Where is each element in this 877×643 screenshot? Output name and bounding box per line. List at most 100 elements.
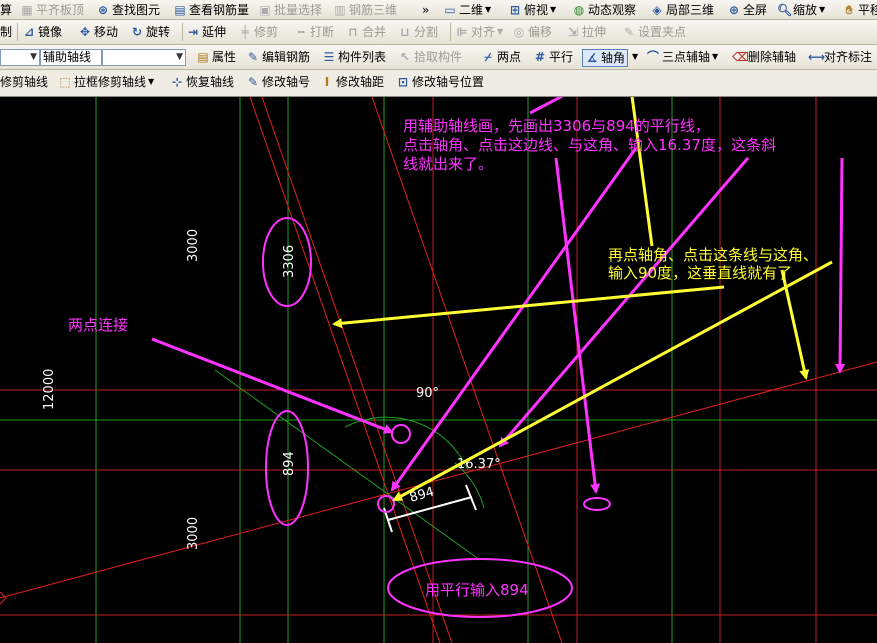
align-dropdown[interactable]: ⊫ 对齐 ▼ [455,24,504,40]
split-button[interactable]: ⊔ 分割 [398,24,438,40]
distance-icon: Ⅰ [324,75,330,89]
toolbar-modify: 制 ⊿ 镜像 ✥ 移动 ↻ 旋转 ⇥ 延伸 ╪ 修剪 ╍ 打断 ⊓ 合并 ⊔ 分割 ⊫ 对齐 ▼ ◎… [0,20,877,45]
batch-select-icon: ▣ [259,3,271,17]
align-dimension-button[interactable]: ⟷ 对齐标注 [808,49,872,65]
delete-aux-axis-button[interactable]: ⌫ 删除辅轴 [732,49,796,65]
binoculars-icon: ⊛ [97,3,109,17]
annotation-second-line1: 再点轴角、点击这条线与这角、 [608,246,818,264]
align-slab-top-button[interactable]: ▦ 平齐板顶 [20,2,84,18]
axis-grid-red-vertical [432,97,817,643]
chevron-down-icon: ▼ [30,52,37,62]
local-3d-icon: ◈ [652,3,662,17]
offset-icon: ◎ [513,25,525,39]
two-point-axis-button[interactable]: ⌿ 两点 [481,49,521,65]
dynamic-orbit-button[interactable]: ◍ 动态观察 [572,2,636,18]
dim-894-slanted: 894 [408,485,436,506]
copy-button[interactable]: 制 [0,24,12,40]
list-icon: ☰ [323,50,335,64]
rebar-3d-button[interactable]: ▥ 钢筋三维 [333,2,397,18]
angle-1637-label: 16.37° [457,457,501,472]
highlight-ellipses [262,217,611,618]
axis-grid-vertical [95,97,673,643]
three-point-axis-button[interactable]: ⌒ 三点辅轴 ▼ [646,49,718,65]
toolbar-axis: ▼ 辅助轴线 ▼ ▤ 属性 ✎ 编辑钢筋 ☰ 构件列表 ↖ 拾取构件 ⌿ 两点 # 平行 ∡… [0,45,877,70]
extend-button[interactable]: ⇥ 延伸 [186,24,226,40]
edit-axis-number-position-button[interactable]: ⊡ 修改轴号位置 [396,74,484,90]
arc-icon: ⌒ [646,50,659,64]
rotate-icon: ↻ [131,25,143,39]
trim-axis-button[interactable]: 修剪轴线 [0,74,48,90]
break-button[interactable]: ╍ 打断 [294,24,334,40]
split-icon: ⊔ [400,25,410,39]
calc-button[interactable]: 算 [0,2,12,18]
set-grip-button[interactable]: ✎ 设置夹点 [622,24,686,40]
edit-rebar-button[interactable]: ✎ 编辑钢筋 [246,49,310,65]
zoom-dropdown[interactable]: 🔍︎ 缩放 ▼ [777,2,825,18]
offset-button[interactable]: ◎ 偏移 [512,24,552,40]
dim-12000: 12000 [42,369,57,410]
eraser-icon: ⌫ [732,50,749,64]
top-view-icon: ⊞ [509,3,521,17]
parallel-icon: # [534,50,546,64]
2d-icon: ▭ [444,3,456,17]
restore-axis-button[interactable]: ⊹ 恢复轴线 [170,74,234,90]
annotation-parallel-894: 用平行输入894 [425,581,529,599]
trim-button[interactable]: ╪ 修剪 [238,24,278,40]
annotation-main-line1: 用辅助轴线画，先画出3306与894的平行线， [403,117,710,135]
chevron-down-icon: ▼ [176,52,183,62]
pick-element-button[interactable]: ↖ 拾取构件 [398,49,462,65]
local-3d-button[interactable]: ◈ 局部三维 [650,2,714,18]
mirror-button[interactable]: ⊿ 镜像 [22,24,62,40]
edit-axis-distance-button[interactable]: Ⅰ 修改轴距 [320,74,384,90]
dimension-texts: 3000 12000 3000 3306 894 90° 16.37° 894 [42,229,501,550]
batch-select-button[interactable]: ▣ 批量选择 [258,2,322,18]
dim-3000-bottom: 3000 [186,517,201,550]
2d-view-dropdown[interactable]: ▭ 二维 ▼ [443,2,491,18]
box-trim-icon: ⬚ [59,75,71,89]
restore-axis-icon: ⊹ [171,75,183,89]
pick-icon: ↖ [399,50,411,64]
drawing-canvas[interactable]: 3000 12000 3000 3306 894 90° 16.37° 894 [0,97,877,643]
more-overflow-button[interactable]: » [422,2,429,18]
axis-angle-dropdown[interactable]: ▼ [632,49,638,65]
rotate-button[interactable]: ↻ 旋转 [130,24,170,40]
layer-combo[interactable]: ▼ [0,49,40,66]
extend-icon: ⇥ [187,25,199,39]
top-view-dropdown[interactable]: ⊞ 俯视 ▼ [508,2,556,18]
stretch-button[interactable]: ⇲ 拉伸 [566,24,606,40]
dim-3306: 3306 [282,245,297,278]
rebar-3d-icon: ▥ [334,3,346,17]
edit-rebar-icon: ✎ [247,50,259,64]
annotation-main-line2: 点击轴角、点击这边线、与这角、输入16.37度，这条斜 [403,136,776,154]
slab-icon: ▦ [21,3,33,17]
properties-button[interactable]: ▤ 属性 [196,49,236,65]
dim-894-vertical: 894 [282,451,297,476]
annotation-two-points: 两点连接 [68,316,128,334]
element-name-combo[interactable]: ▼ [102,49,186,66]
view-rebar-qty-button[interactable]: ▤ 查看钢筋量 [173,2,249,18]
pencil-icon: ✎ [247,75,259,89]
axis-angle-icon: ∡ [586,51,598,65]
toolbar-view: 算 ▦ 平齐板顶 ⊛ 查找图元 ▤ 查看钢筋量 ▣ 批量选择 ▥ 钢筋三维 » ▭ 二维 ▼ … [0,0,877,20]
pan-hand-icon: ✋︎ [845,3,853,17]
fullscreen-button[interactable]: ⊕ 全屏 [727,2,767,18]
find-element-button[interactable]: ⊛ 查找图元 [96,2,160,18]
merge-button[interactable]: ⊓ 合并 [346,24,386,40]
box-trim-axis-button[interactable]: ⬚ 拉框修剪轴线 ▼ [58,74,154,90]
grip-icon: ✎ [623,25,635,39]
properties-icon: ▤ [197,50,209,64]
element-type-combo[interactable]: 辅助轴线 [40,49,102,66]
chevron-down-icon: ▼ [632,52,639,61]
fullscreen-icon: ⊕ [728,3,740,17]
mirror-icon: ⊿ [23,25,35,39]
move-button[interactable]: ✥ 移动 [78,24,118,40]
edit-axis-number-button[interactable]: ✎ 修改轴号 [246,74,310,90]
annotation-texts: 用辅助轴线画，先画出3306与894的平行线， 点击轴角、点击这边线、与这角、输… [68,117,818,599]
merge-icon: ⊓ [348,25,358,39]
parallel-axis-button[interactable]: # 平行 [533,49,573,65]
break-icon: ╍ [297,25,305,39]
position-icon: ⊡ [397,75,409,89]
axis-angle-button[interactable]: ∡ 轴角 [582,49,629,67]
element-list-button[interactable]: ☰ 构件列表 [322,49,386,65]
pan-button[interactable]: ✋︎平移 [842,2,877,18]
